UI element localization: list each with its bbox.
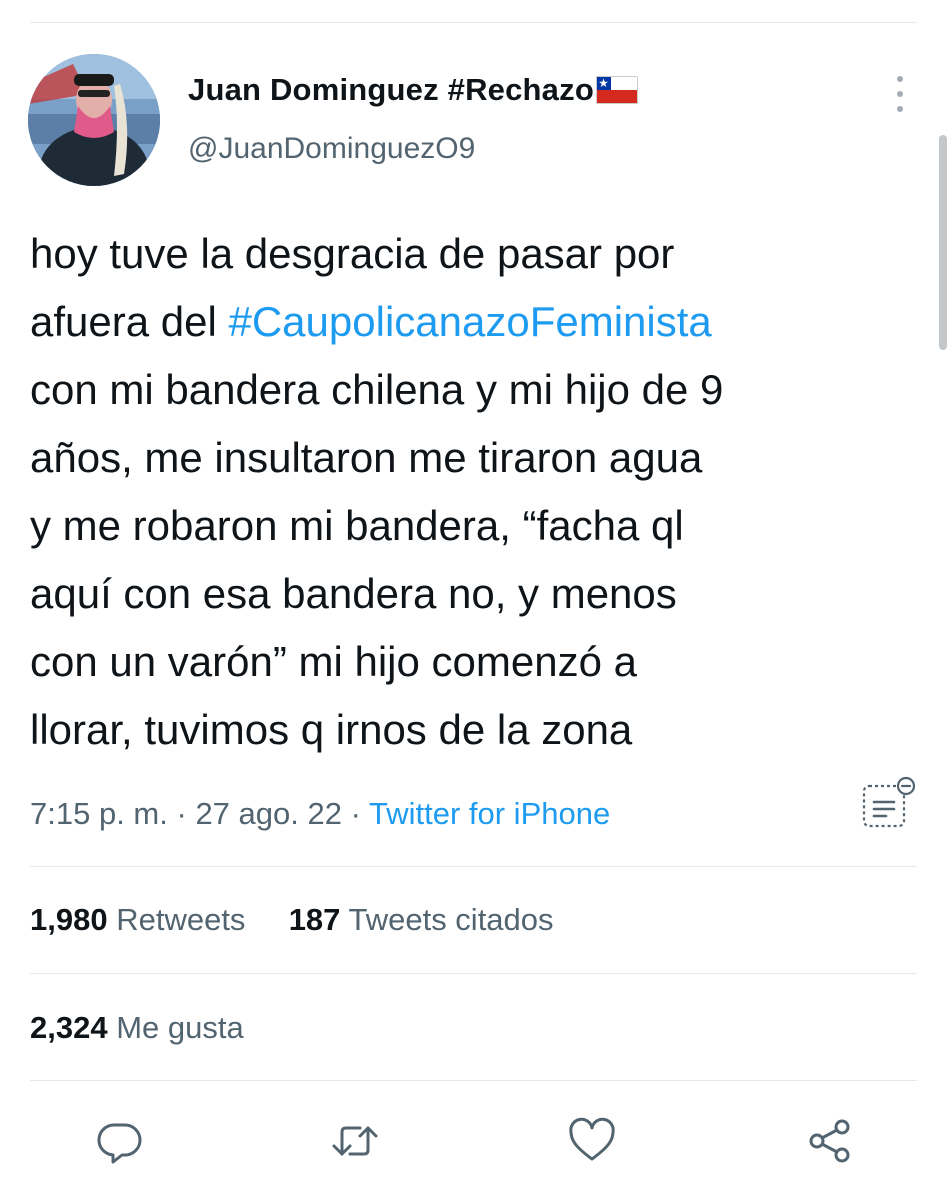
tweet-text-segment: afuera del: [30, 298, 229, 345]
tweet-text-line: llorar, tuvimos q irnos de la zona: [30, 706, 633, 753]
analytics-icon[interactable]: [860, 776, 916, 832]
tweet-text-line: años, me insultaron me tiraron agua: [30, 434, 703, 481]
likes-count: 2,324: [30, 1010, 108, 1045]
retweet-stats-row: 1,980 Retweets 187 Tweets citados: [30, 902, 554, 938]
retweets-count: 1,980: [30, 902, 108, 937]
divider: [30, 1080, 917, 1081]
meta-separator: ·: [350, 796, 361, 831]
like-icon[interactable]: [567, 1116, 617, 1166]
tweet-text-line: y me robaron mi bandera, “facha ql: [30, 502, 684, 549]
tweet-text-line: hoy tuve la desgracia de pasar por: [30, 230, 675, 277]
tweet-date[interactable]: 27 ago. 22: [195, 796, 342, 831]
tweet-text-line: afuera del #CaupolicanazoFeminista: [30, 288, 915, 356]
tweet-text: hoy tuve la desgracia de pasar por afuer…: [30, 220, 915, 764]
quotes-stat[interactable]: 187 Tweets citados: [289, 902, 554, 937]
meta-separator: ·: [176, 796, 187, 831]
tweet-time[interactable]: 7:15 p. m.: [30, 796, 168, 831]
quotes-label: Tweets citados: [348, 902, 554, 937]
tweet-source-link[interactable]: Twitter for iPhone: [369, 796, 610, 831]
retweet-icon[interactable]: [330, 1116, 380, 1166]
display-name-text: Juan Dominguez #Rechazo: [188, 72, 594, 107]
retweets-label: Retweets: [116, 902, 246, 937]
avatar-photo: [28, 54, 160, 186]
divider: [30, 973, 917, 974]
likes-stats-row: 2,324 Me gusta: [30, 1010, 244, 1046]
display-name[interactable]: Juan Dominguez #Rechazo: [188, 72, 638, 108]
more-vertical-icon[interactable]: [890, 76, 910, 112]
hashtag-link[interactable]: #CaupolicanazoFeminista: [228, 298, 711, 345]
likes-label: Me gusta: [116, 1010, 244, 1045]
tweet-actions: [0, 1108, 947, 1172]
scrollbar[interactable]: [939, 135, 947, 350]
tweet-text-line: aquí con esa bandera no, y menos: [30, 570, 677, 617]
retweets-stat[interactable]: 1,980 Retweets: [30, 902, 245, 937]
avatar[interactable]: [28, 54, 160, 186]
top-divider: [30, 22, 917, 23]
tweet-text-line: con mi bandera chilena y mi hijo de 9: [30, 366, 724, 413]
chile-flag-icon: [595, 76, 638, 104]
tweet-text-line: con un varón” mi hijo comenzó a: [30, 638, 637, 685]
share-icon[interactable]: [805, 1116, 855, 1166]
tweet-meta: 7:15 p. m. · 27 ago. 22 · Twitter for iP…: [30, 796, 610, 832]
divider: [30, 866, 917, 867]
reply-icon[interactable]: [95, 1116, 145, 1166]
handle[interactable]: @JuanDominguezO9: [188, 132, 475, 166]
likes-stat[interactable]: 2,324 Me gusta: [30, 1010, 244, 1045]
quotes-count: 187: [288, 902, 341, 937]
